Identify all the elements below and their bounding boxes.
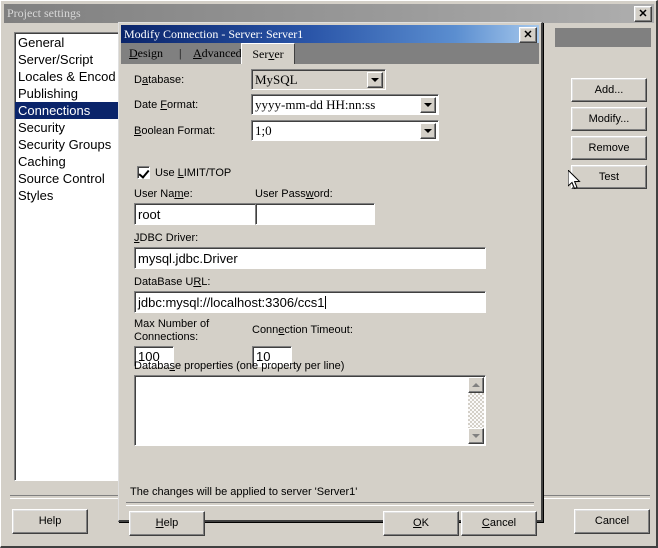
background-help-button[interactable]: Help bbox=[12, 509, 88, 534]
boolean-format-label: Boolean Format: bbox=[134, 125, 216, 137]
settings-category-list[interactable]: General Server/Script Locales & Encod Pu… bbox=[14, 32, 119, 481]
sidebar-item-source-control[interactable]: Source Control bbox=[15, 170, 118, 187]
date-format-label: Date Format: bbox=[134, 99, 199, 111]
add-button[interactable]: Add... bbox=[571, 78, 647, 102]
dialog-cancel-button-label: Cancel bbox=[481, 517, 517, 529]
background-cancel-button[interactable]: Cancel bbox=[574, 509, 650, 534]
sidebar-item-security-groups[interactable]: Security Groups bbox=[15, 136, 118, 153]
boolean-format-combo[interactable]: 1;0 bbox=[251, 120, 439, 141]
dialog-title: Modify Connection - Server: Server1 bbox=[124, 26, 304, 41]
jdbc-driver-value: mysql.jdbc.Driver bbox=[138, 250, 238, 266]
modify-button[interactable]: Modify... bbox=[571, 107, 647, 131]
user-name-value: root bbox=[138, 206, 161, 222]
sidebar-item-locales[interactable]: Locales & Encod bbox=[15, 68, 118, 85]
sidebar-item-server-script[interactable]: Server/Script bbox=[15, 51, 118, 68]
background-cancel-button-label: Cancel bbox=[594, 515, 630, 527]
database-url-value: jdbc:mysql://localhost:3306/ccs1 bbox=[138, 294, 325, 310]
user-password-input[interactable] bbox=[255, 203, 375, 225]
modify-connection-dialog: Modify Connection - Server: Server1 ✕ De… bbox=[118, 22, 543, 536]
sidebar-item-general[interactable]: General bbox=[15, 34, 118, 51]
db-properties-label: Database properties (one property per li… bbox=[134, 360, 345, 372]
test-button-label: Test bbox=[598, 170, 620, 183]
db-properties-scrollbar[interactable] bbox=[468, 377, 484, 444]
database-combo-value: MySQL bbox=[255, 71, 298, 87]
background-header-band bbox=[555, 28, 651, 47]
dialog-ok-button[interactable]: OK bbox=[383, 511, 459, 536]
dialog-client-area: Database: MySQL Date Format: yyyy-mm-dd … bbox=[121, 64, 539, 536]
dialog-help-button[interactable]: Help bbox=[129, 511, 205, 536]
close-icon[interactable]: ✕ bbox=[634, 6, 652, 22]
dialog-status-text: The changes will be applied to server 'S… bbox=[130, 486, 358, 498]
boolean-format-combo-value: 1;0 bbox=[255, 122, 272, 138]
tab-design-label-rest: esign bbox=[137, 46, 164, 60]
close-icon[interactable]: ✕ bbox=[519, 27, 537, 43]
sidebar-item-styles[interactable]: Styles bbox=[15, 187, 118, 204]
date-format-combo-value: yyyy-mm-dd HH:nn:ss bbox=[255, 96, 376, 112]
dialog-tabstrip: Design | Advanced Ser v er bbox=[121, 43, 539, 64]
use-limit-top-label: Use LIMIT/TOP bbox=[155, 166, 232, 179]
tab-server[interactable]: Ser v er bbox=[241, 43, 295, 64]
chevron-down-icon[interactable] bbox=[420, 96, 436, 113]
text-caret bbox=[325, 295, 327, 309]
test-button[interactable]: Test bbox=[571, 165, 647, 189]
database-combo[interactable]: MySQL bbox=[251, 69, 386, 90]
db-properties-textarea[interactable] bbox=[134, 375, 486, 446]
background-help-button-label: Help bbox=[38, 515, 62, 527]
user-name-input[interactable]: root bbox=[134, 203, 258, 225]
sidebar-item-connections[interactable]: Connections bbox=[15, 102, 118, 119]
background-window-titlebar[interactable]: Project settings ✕ bbox=[4, 4, 654, 23]
remove-button[interactable]: Remove bbox=[571, 136, 647, 160]
remove-button-label: Remove bbox=[588, 141, 630, 154]
tab-design[interactable]: Design bbox=[129, 46, 163, 61]
checkmark-icon[interactable] bbox=[137, 166, 150, 179]
connection-timeout-label: Connection Timeout: bbox=[252, 324, 353, 336]
chevron-down-icon[interactable] bbox=[367, 71, 383, 88]
scroll-down-icon[interactable] bbox=[468, 428, 484, 444]
connection-action-buttons: Add... Modify... Remove Test bbox=[571, 78, 647, 194]
database-url-label: DataBase URL: bbox=[134, 276, 211, 288]
dialog-help-button-label: Help bbox=[155, 517, 179, 529]
tab-separator: | bbox=[179, 46, 182, 60]
user-name-label: User Name: bbox=[134, 188, 193, 200]
dialog-ok-button-label: OK bbox=[413, 517, 429, 529]
tab-advanced[interactable]: Advanced bbox=[193, 46, 242, 61]
date-format-combo[interactable]: yyyy-mm-dd HH:nn:ss bbox=[251, 94, 439, 115]
chevron-down-icon[interactable] bbox=[420, 122, 436, 139]
jdbc-driver-label: JDBC Driver: bbox=[134, 232, 199, 244]
database-label: Database: bbox=[134, 74, 185, 86]
add-button-label: Add... bbox=[594, 83, 624, 96]
user-password-label: User Password: bbox=[255, 188, 333, 200]
sidebar-item-security[interactable]: Security bbox=[15, 119, 118, 136]
database-url-input[interactable]: jdbc:mysql://localhost:3306/ccs1 bbox=[134, 291, 486, 313]
modify-button-label: Modify... bbox=[588, 112, 630, 125]
sidebar-item-publishing[interactable]: Publishing bbox=[15, 85, 118, 102]
sidebar-item-caching[interactable]: Caching bbox=[15, 153, 118, 170]
tab-advanced-label-rest: dvanced bbox=[201, 46, 242, 60]
max-connections-label-line1: Max Number of bbox=[134, 318, 210, 330]
jdbc-driver-input[interactable]: mysql.jdbc.Driver bbox=[134, 247, 486, 269]
max-connections-label-line2: Connections: bbox=[134, 331, 199, 343]
scroll-up-icon[interactable] bbox=[468, 377, 484, 393]
use-limit-top-checkbox[interactable]: Use LIMIT/TOP bbox=[137, 166, 231, 179]
dialog-cancel-button[interactable]: Cancel bbox=[461, 511, 537, 536]
scrollbar-track[interactable] bbox=[468, 393, 484, 428]
background-window-title: Project settings bbox=[7, 6, 81, 20]
dialog-titlebar[interactable]: Modify Connection - Server: Server1 ✕ bbox=[121, 25, 539, 43]
dialog-footer-divider bbox=[126, 502, 534, 506]
